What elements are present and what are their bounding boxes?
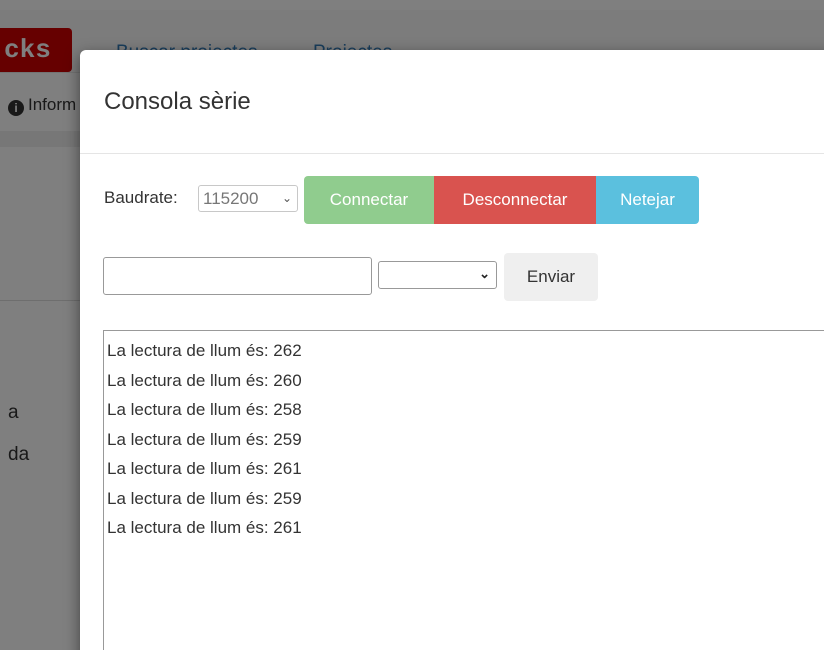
console-output[interactable]: La lectura de llum és: 262 La lectura de… [103, 330, 824, 650]
clear-button[interactable]: Netejar [596, 176, 699, 224]
console-line: La lectura de llum és: 261 [107, 518, 302, 537]
chevron-down-icon: ⌄ [281, 191, 292, 205]
baudrate-select[interactable]: 115200 ⌄ [198, 185, 298, 212]
console-line: La lectura de llum és: 258 [107, 400, 302, 419]
message-input[interactable] [103, 257, 372, 295]
console-line: La lectura de llum és: 261 [107, 459, 302, 478]
console-line: La lectura de llum és: 260 [107, 370, 302, 390]
baudrate-value: 115200 [203, 189, 259, 208]
send-button[interactable]: Enviar [504, 253, 598, 301]
console-line: La lectura de llum és: 259 [107, 488, 302, 508]
serial-console-modal: Consola sèrie Baudrate: 115200 ⌄ Connect… [80, 50, 824, 650]
modal-header: Consola sèrie [80, 50, 824, 154]
line-ending-select[interactable]: ⌄ [378, 261, 497, 289]
chevron-down-icon: ⌄ [479, 266, 490, 281]
baudrate-label: Baudrate: [104, 188, 178, 207]
console-line: La lectura de llum és: 262 [107, 341, 302, 360]
connect-button[interactable]: Connectar [304, 176, 434, 224]
modal-title: Consola sèrie [104, 88, 251, 115]
console-line: La lectura de llum és: 259 [107, 429, 302, 449]
console-lines: La lectura de llum és: 262 La lectura de… [104, 331, 824, 543]
disconnect-button[interactable]: Desconnectar [434, 176, 596, 224]
